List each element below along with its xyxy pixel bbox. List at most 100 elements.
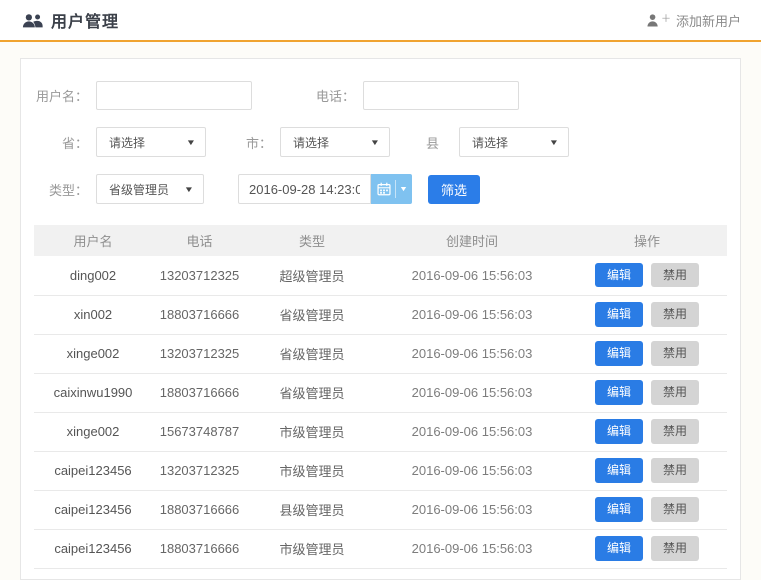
county-select-value: 请选择: [472, 134, 508, 151]
type-select-value: 省级管理员: [109, 181, 169, 198]
table-row: caixinwu199018803716666省级管理员2016-09-06 1…: [34, 373, 727, 412]
calendar-icon: [377, 182, 391, 196]
disable-button[interactable]: 禁用: [651, 263, 699, 287]
created-cell: 2016-09-06 15:56:03: [377, 529, 567, 568]
province-select[interactable]: 请选择 ▼: [96, 127, 206, 157]
edit-button[interactable]: 编辑: [595, 302, 643, 326]
actions-cell: 编辑禁用: [567, 490, 727, 529]
actions-cell: 编辑禁用: [567, 412, 727, 451]
edit-button[interactable]: 编辑: [595, 263, 643, 287]
type-cell: 市级管理员: [247, 412, 377, 451]
created-cell: 2016-09-06 15:56:03: [377, 256, 567, 295]
actions-cell: 编辑禁用: [567, 451, 727, 490]
disable-button[interactable]: 禁用: [651, 380, 699, 404]
created-cell: 2016-09-06 15:56:03: [377, 490, 567, 529]
phone-cell: 18803716666: [152, 373, 247, 412]
province-select-value: 请选择: [109, 134, 145, 151]
phone-cell: 13203712325: [152, 451, 247, 490]
username-input[interactable]: [96, 81, 252, 110]
username-cell: caixinwu1990: [34, 373, 152, 412]
created-cell: 2016-09-06 15:56:03: [377, 412, 567, 451]
phone-cell: 18803716666: [152, 529, 247, 568]
phone-cell: 13203712325: [152, 334, 247, 373]
col-header-username: 用户名: [34, 225, 152, 256]
edit-button[interactable]: 编辑: [595, 458, 643, 482]
datetime-input[interactable]: [238, 174, 371, 204]
users-icon: [22, 13, 44, 28]
edit-button[interactable]: 编辑: [595, 419, 643, 443]
type-cell: 市级管理员: [247, 529, 377, 568]
title-wrap: 用户管理: [22, 8, 119, 32]
disable-button[interactable]: 禁用: [651, 497, 699, 521]
phone-input[interactable]: [363, 81, 519, 110]
table-row: caipei12345613203712325市级管理员2016-09-06 1…: [34, 451, 727, 490]
chevron-down-icon: ▼: [370, 138, 380, 147]
table-row: xinge00215673748787市级管理员2016-09-06 15:56…: [34, 412, 727, 451]
col-header-phone: 电话: [152, 225, 247, 256]
calendar-picker-button[interactable]: ▼: [371, 174, 412, 204]
col-header-actions: 操作: [567, 225, 727, 256]
table-row: xin00218803716666省级管理员2016-09-06 15:56:0…: [34, 295, 727, 334]
actions-cell: 编辑禁用: [567, 529, 727, 568]
username-cell: ding002: [34, 256, 152, 295]
edit-button[interactable]: 编辑: [595, 341, 643, 365]
disable-button[interactable]: 禁用: [651, 536, 699, 560]
add-user-label: 添加新用户: [676, 11, 741, 30]
edit-button[interactable]: 编辑: [595, 497, 643, 521]
created-cell: 2016-09-06 15:56:03: [377, 295, 567, 334]
phone-label: 电话：: [316, 86, 363, 105]
county-select[interactable]: 请选择 ▼: [459, 127, 569, 157]
city-select-value: 请选择: [293, 134, 329, 151]
disable-button[interactable]: 禁用: [651, 341, 699, 365]
created-cell: 2016-09-06 15:56:03: [377, 334, 567, 373]
page-content: 用户名： 电话： 省： 请选择 ▼ 市： 请选择 ▼ 县 请选择 ▼: [0, 42, 761, 580]
type-cell: 超级管理员: [247, 256, 377, 295]
province-label: 省：: [34, 133, 96, 152]
actions-cell: 编辑禁用: [567, 334, 727, 373]
table-header-row: 用户名 电话 类型 创建时间 操作: [34, 225, 727, 256]
chevron-down-icon: ▼: [186, 138, 196, 147]
add-new-user-button[interactable]: ＋ 添加新用户: [647, 11, 741, 30]
type-select[interactable]: 省级管理员 ▼: [96, 174, 204, 204]
filter-row-text: 用户名： 电话：: [34, 81, 727, 110]
type-cell: 省级管理员: [247, 373, 377, 412]
type-cell: 省级管理员: [247, 295, 377, 334]
type-label: 类型：: [34, 180, 96, 199]
filter-submit-button[interactable]: 筛选: [428, 175, 480, 204]
edit-button[interactable]: 编辑: [595, 536, 643, 560]
created-cell: 2016-09-06 15:56:03: [377, 373, 567, 412]
phone-cell: 18803716666: [152, 490, 247, 529]
col-header-created: 创建时间: [377, 225, 567, 256]
table-row: ding00213203712325超级管理员2016-09-06 15:56:…: [34, 256, 727, 295]
chevron-down-icon: ▼: [398, 186, 407, 193]
phone-cell: 15673748787: [152, 412, 247, 451]
actions-cell: 编辑禁用: [567, 373, 727, 412]
disable-button[interactable]: 禁用: [651, 302, 699, 326]
username-cell: caipei123456: [34, 451, 152, 490]
add-user-icon: ＋: [647, 13, 671, 28]
chevron-down-icon: ▼: [549, 138, 559, 147]
col-header-type: 类型: [247, 225, 377, 256]
page-title: 用户管理: [51, 8, 119, 32]
city-select[interactable]: 请选择 ▼: [280, 127, 390, 157]
disable-button[interactable]: 禁用: [651, 419, 699, 443]
type-cell: 县级管理员: [247, 490, 377, 529]
disable-button[interactable]: 禁用: [651, 458, 699, 482]
created-cell: 2016-09-06 15:56:03: [377, 451, 567, 490]
table-row: caipei12345618803716666市级管理员2016-09-06 1…: [34, 529, 727, 568]
type-cell: 市级管理员: [247, 451, 377, 490]
divider: [395, 180, 396, 198]
username-cell: xin002: [34, 295, 152, 334]
actions-cell: 编辑禁用: [567, 295, 727, 334]
plus-glyph: ＋: [661, 10, 671, 25]
users-table: 用户名 电话 类型 创建时间 操作 ding00213203712325超级管理…: [34, 225, 727, 569]
phone-cell: 18803716666: [152, 295, 247, 334]
actions-cell: 编辑禁用: [567, 256, 727, 295]
username-cell: caipei123456: [34, 529, 152, 568]
type-cell: 省级管理员: [247, 334, 377, 373]
datetime-picker-group: ▼: [238, 174, 412, 204]
edit-button[interactable]: 编辑: [595, 380, 643, 404]
table-row: xinge00213203712325省级管理员2016-09-06 15:56…: [34, 334, 727, 373]
username-cell: xinge002: [34, 334, 152, 373]
table-row: caipei12345618803716666县级管理员2016-09-06 1…: [34, 490, 727, 529]
